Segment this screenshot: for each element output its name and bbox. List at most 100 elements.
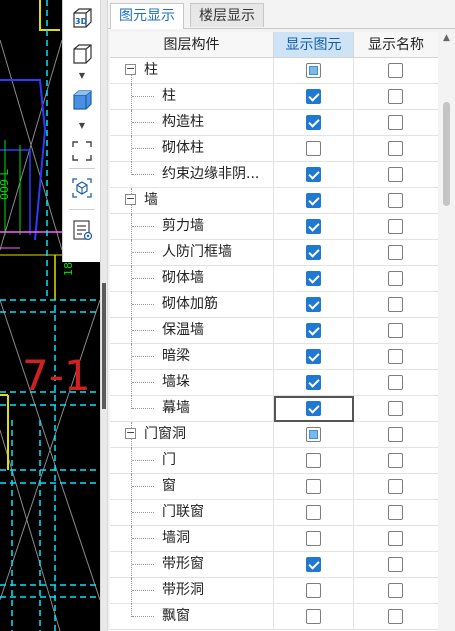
layer-list-button[interactable]	[68, 216, 96, 244]
show-name-checkbox[interactable]	[388, 245, 403, 260]
select-frame-button[interactable]	[68, 137, 96, 165]
tree-item-row[interactable]: 柱	[110, 84, 438, 110]
wireframe-box-button[interactable]	[68, 40, 96, 68]
tree-item-row[interactable]: 带形洞	[110, 578, 438, 604]
tree-group-row[interactable]: − 墙	[110, 188, 438, 214]
show-name-checkbox[interactable]	[388, 505, 403, 520]
layer-name-label: 砌体加筋	[162, 296, 218, 312]
show-name-checkbox[interactable]	[388, 349, 403, 364]
show-name-checkbox[interactable]	[388, 63, 403, 78]
layer-name-cell: 窗	[110, 474, 274, 500]
show-element-checkbox[interactable]	[306, 271, 321, 286]
collapse-toggle-icon[interactable]: −	[125, 193, 136, 205]
tree-item-row[interactable]: 砌体柱	[110, 136, 438, 162]
show-element-checkbox[interactable]	[306, 505, 321, 520]
show-name-checkbox[interactable]	[388, 297, 403, 312]
tree-item-row[interactable]: 剪力墙	[110, 214, 438, 240]
header-show-name[interactable]: 显示名称	[354, 32, 438, 58]
dropdown-arrow-icon[interactable]: ▼	[77, 122, 87, 130]
show-name-checkbox[interactable]	[388, 557, 403, 572]
show-name-cell	[354, 214, 438, 239]
show-name-checkbox[interactable]	[388, 167, 403, 182]
show-element-checkbox[interactable]	[306, 141, 321, 156]
show-element-checkbox[interactable]	[306, 557, 321, 572]
show-element-checkbox[interactable]	[306, 479, 321, 494]
tree-item-row[interactable]: 人防门框墙	[110, 240, 438, 266]
show-name-checkbox[interactable]	[388, 427, 403, 442]
tree-item-row[interactable]: 门	[110, 448, 438, 474]
layer-name-label: 人防门框墙	[162, 244, 232, 260]
tree-group-row[interactable]: − 门窗洞	[110, 422, 438, 448]
show-element-checkbox[interactable]	[306, 193, 321, 208]
show-name-checkbox[interactable]	[388, 89, 403, 104]
layer-name-label: 带形洞	[162, 582, 204, 598]
tree-item-row[interactable]: 暗梁	[110, 344, 438, 370]
scrollbar-thumb[interactable]	[443, 102, 450, 206]
tree-item-row[interactable]: 带形窗	[110, 552, 438, 578]
collapse-toggle-icon[interactable]: −	[125, 63, 136, 75]
show-element-checkbox[interactable]	[306, 115, 321, 130]
show-element-checkbox[interactable]	[306, 245, 321, 260]
show-name-checkbox[interactable]	[388, 453, 403, 468]
layer-name-label: 门	[162, 452, 176, 468]
tree-item-row[interactable]: 门联窗	[110, 500, 438, 526]
tab-floor-display[interactable]: 楼层显示	[190, 3, 264, 27]
tree-item-row[interactable]: 保温墙	[110, 318, 438, 344]
tree-item-row[interactable]: 砌体墙	[110, 266, 438, 292]
cube-select-button[interactable]	[68, 174, 96, 202]
dropdown-arrow-icon[interactable]: ▼	[77, 72, 87, 80]
panel-splitter[interactable]	[100, 0, 108, 631]
show-element-checkbox[interactable]	[306, 63, 321, 78]
show-element-cell	[274, 526, 354, 551]
axis-label-text: 7-1	[22, 351, 91, 400]
show-name-checkbox[interactable]	[388, 479, 403, 494]
header-layer-component[interactable]: 图层构件	[110, 32, 274, 58]
show-name-checkbox[interactable]	[388, 401, 403, 416]
show-name-checkbox[interactable]	[388, 141, 403, 156]
panel-tabs: 图元显示 楼层显示	[108, 0, 455, 29]
show-element-checkbox[interactable]	[306, 609, 321, 624]
header-show-element[interactable]: 显示图元	[274, 32, 354, 58]
show-element-checkbox[interactable]	[306, 427, 321, 442]
show-element-checkbox[interactable]	[306, 583, 321, 598]
tree-item-row[interactable]: 构造柱	[110, 110, 438, 136]
show-name-checkbox[interactable]	[388, 193, 403, 208]
show-element-cell	[274, 500, 354, 525]
show-element-checkbox[interactable]	[306, 219, 321, 234]
solid-box-button[interactable]	[68, 86, 96, 114]
show-element-checkbox[interactable]	[306, 89, 321, 104]
show-element-cell	[274, 344, 354, 369]
show-name-checkbox[interactable]	[388, 271, 403, 286]
show-element-checkbox[interactable]	[306, 375, 321, 390]
vertical-scrollbar[interactable]: ▲	[438, 32, 455, 631]
show-element-cell	[274, 578, 354, 603]
show-element-checkbox[interactable]	[306, 531, 321, 546]
show-element-checkbox[interactable]	[306, 323, 321, 338]
show-name-checkbox[interactable]	[388, 375, 403, 390]
tree-item-row[interactable]: 砌体加筋	[110, 292, 438, 318]
show-element-checkbox[interactable]	[306, 453, 321, 468]
show-element-checkbox[interactable]	[306, 297, 321, 312]
layer-name-label: 砌体墙	[162, 270, 204, 286]
3d-view-button[interactable]: 3D	[68, 4, 96, 32]
tree-item-row[interactable]: 飘窗	[110, 604, 438, 630]
collapse-toggle-icon[interactable]: −	[125, 427, 136, 439]
splitter-grip[interactable]	[102, 283, 106, 409]
tree-item-row[interactable]: 墙垛	[110, 370, 438, 396]
tree-item-row[interactable]: 幕墙	[110, 396, 438, 422]
show-element-checkbox[interactable]	[306, 167, 321, 182]
show-name-checkbox[interactable]	[388, 115, 403, 130]
show-element-checkbox[interactable]	[306, 349, 321, 364]
show-name-checkbox[interactable]	[388, 323, 403, 338]
show-name-checkbox[interactable]	[388, 531, 403, 546]
tree-item-row[interactable]: 约束边缘非阴...	[110, 162, 438, 188]
show-name-checkbox[interactable]	[388, 609, 403, 624]
tree-item-row[interactable]: 窗	[110, 474, 438, 500]
tab-element-display[interactable]: 图元显示	[110, 3, 184, 29]
show-name-checkbox[interactable]	[388, 583, 403, 598]
tree-group-row[interactable]: − 柱	[110, 58, 438, 84]
show-name-checkbox[interactable]	[388, 219, 403, 234]
tree-item-row[interactable]: 墙洞	[110, 526, 438, 552]
scroll-up-arrow-icon[interactable]: ▲	[442, 34, 451, 43]
layer-table: 图层构件 显示图元 显示名称 − 柱柱构造柱 砌体柱 约束边缘非阴... − 墙剪力墙人防…	[110, 32, 438, 631]
